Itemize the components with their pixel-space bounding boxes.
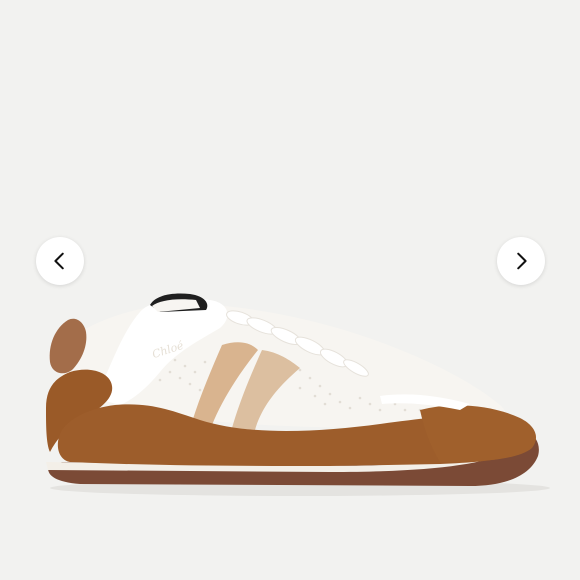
product-image: Chloé — [46, 293, 550, 496]
product-gallery: Chloé — [0, 0, 580, 580]
chevron-left-icon — [54, 252, 64, 270]
chevron-right-icon — [517, 252, 527, 270]
suede-toe — [420, 405, 536, 462]
previous-image-button[interactable] — [36, 237, 84, 285]
next-image-button[interactable] — [497, 237, 545, 285]
